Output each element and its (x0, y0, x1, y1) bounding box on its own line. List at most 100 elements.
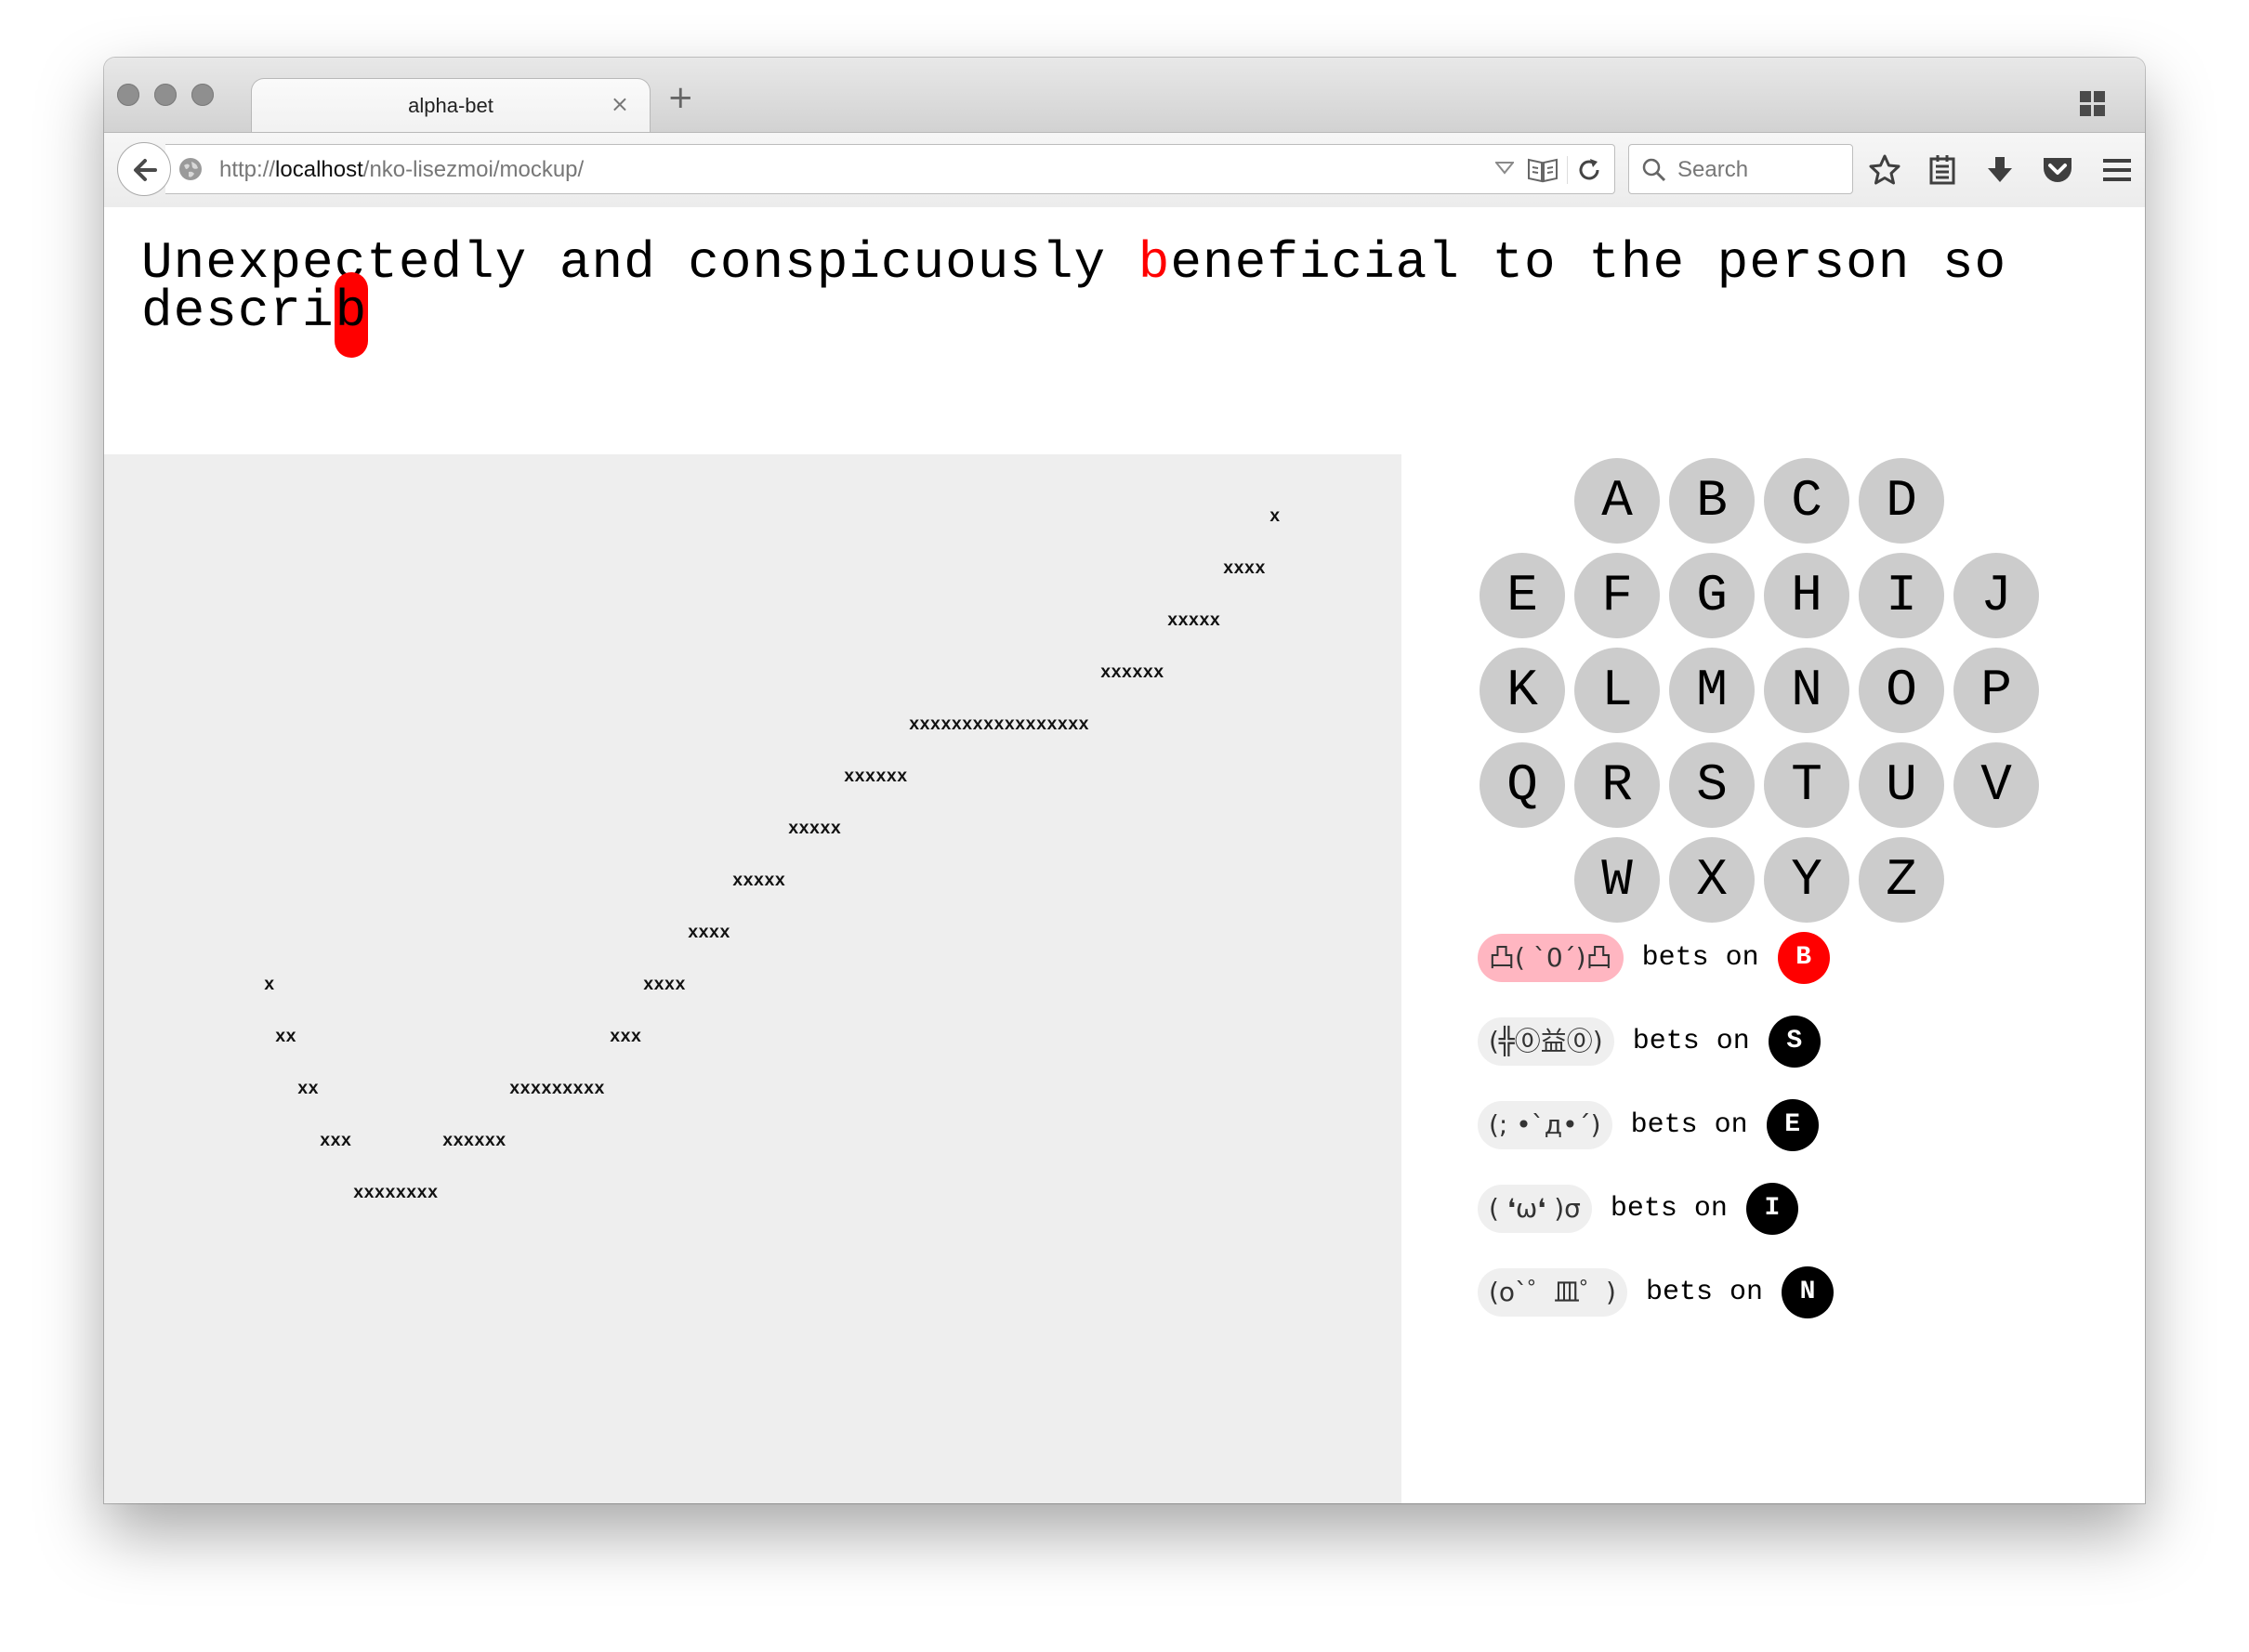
player-face: ( ❛ω❛ )σ (1478, 1185, 1592, 1233)
art-line: xxxx (688, 923, 730, 943)
headline-highlight-letter: b (1138, 233, 1171, 293)
headline: Unexpectedly and conspicuously beneficia… (141, 237, 2102, 358)
art-line: xxxxx (732, 871, 786, 891)
letter-button-g[interactable]: G (1669, 553, 1755, 638)
tab-title: alpha-bet (408, 94, 493, 117)
letter-button-z[interactable]: Z (1859, 837, 1944, 923)
letter-button-h[interactable]: H (1764, 553, 1849, 638)
letter-button-o[interactable]: O (1859, 648, 1944, 733)
url-bar[interactable]: http://localhost/nko-lisezmoi/mockup/ (165, 144, 1615, 194)
page-content: Unexpectedly and conspicuously beneficia… (104, 207, 2145, 1503)
url-prefix: http:// (219, 157, 276, 182)
letter-button-y[interactable]: Y (1764, 837, 1849, 923)
bet-letter-badge: B (1777, 932, 1830, 984)
minimize-window-button[interactable] (154, 84, 177, 106)
letter-button-d[interactable]: D (1859, 458, 1944, 544)
letter-button-q[interactable]: Q (1480, 742, 1565, 828)
back-arrow-icon (134, 159, 157, 181)
letter-button-t[interactable]: T (1764, 742, 1849, 828)
letter-button-c[interactable]: C (1764, 458, 1849, 544)
letter-picker: A B C D E F G H I J K L M N O P Q R S T … (1480, 458, 2084, 941)
bookmarks-list-icon[interactable] (1926, 153, 1959, 187)
navigation-bar: http://localhost/nko-lisezmoi/mockup/ Se… (104, 132, 2145, 208)
bet-row: (; •`д•´) bets on E (1478, 1099, 1819, 1155)
art-line: xxxxxx (1100, 662, 1164, 683)
bets-on-label: bets on (1610, 1193, 1728, 1225)
player-face: (o`゜皿゜) (1478, 1268, 1627, 1317)
art-line: xxxxxxxxx (509, 1079, 605, 1099)
art-line: xxx (320, 1131, 352, 1151)
letter-button-k[interactable]: K (1480, 648, 1565, 733)
letter-button-u[interactable]: U (1859, 742, 1944, 828)
player-face: (╬⓪益⓪) (1478, 1017, 1614, 1066)
close-window-button[interactable] (117, 84, 139, 106)
tab-strip: alpha-bet × + (104, 58, 2145, 135)
art-line: x (1269, 506, 1281, 527)
bet-letter-badge: I (1745, 1183, 1798, 1235)
letter-button-j[interactable]: J (1953, 553, 2039, 638)
letter-button-v[interactable]: V (1953, 742, 2039, 828)
bet-row: (o`゜皿゜) bets on N (1478, 1266, 1835, 1322)
new-tab-button[interactable]: + (667, 82, 694, 113)
bet-row: ( ❛ω❛ )σ bets on I (1478, 1183, 1798, 1239)
reload-icon (1579, 159, 1599, 180)
search-icon (1642, 158, 1666, 182)
chevron-down-icon[interactable] (1495, 162, 1514, 175)
bookmark-star-icon[interactable] (1868, 153, 1901, 187)
tab-groups-icon[interactable] (2080, 91, 2108, 119)
bet-letter-badge: S (1768, 1016, 1821, 1068)
letter-button-f[interactable]: F (1574, 553, 1660, 638)
letter-button-e[interactable]: E (1480, 553, 1565, 638)
art-line: xxxx (1223, 558, 1266, 579)
letter-button-a[interactable]: A (1574, 458, 1660, 544)
reload-button[interactable] (1567, 156, 1607, 184)
letter-button-s[interactable]: S (1669, 742, 1755, 828)
search-placeholder: Search (1677, 157, 1749, 182)
letter-button-w[interactable]: W (1574, 837, 1660, 923)
letter-button-l[interactable]: L (1574, 648, 1660, 733)
typing-cursor-letter: b (334, 272, 369, 358)
globe-icon (179, 158, 202, 180)
art-line: xx (275, 1027, 296, 1047)
bets-on-label: bets on (1632, 1026, 1750, 1057)
tab-close-icon[interactable]: × (611, 91, 629, 117)
reader-view-icon[interactable] (1527, 156, 1559, 184)
pocket-icon[interactable] (2041, 153, 2074, 187)
art-line: xxxxx (788, 819, 842, 839)
art-line: xxxxxxxx (353, 1183, 439, 1203)
tab-alpha-bet[interactable]: alpha-bet × (251, 78, 651, 135)
zoom-window-button[interactable] (191, 84, 214, 106)
art-line: xxxxxx (844, 767, 908, 787)
art-line: xxxx (643, 975, 686, 995)
browser-window: alpha-bet × + http://localhost/nko-lisez… (104, 58, 2145, 1503)
bets-on-label: bets on (1630, 1109, 1748, 1141)
art-line: xx (297, 1079, 319, 1099)
art-line: xxxxxx (442, 1131, 506, 1151)
letter-button-m[interactable]: M (1669, 648, 1755, 733)
art-line: xxxxx (1167, 610, 1221, 631)
bet-letter-badge: E (1766, 1099, 1819, 1151)
search-box[interactable]: Search (1628, 144, 1853, 194)
art-line: xxxxxxxxxxxxxxxxx (909, 715, 1089, 735)
art-line: xxx (610, 1027, 642, 1047)
download-icon[interactable] (1983, 153, 2017, 187)
letter-button-i[interactable]: I (1859, 553, 1944, 638)
url-text[interactable]: http://localhost/nko-lisezmoi/mockup/ (219, 157, 584, 183)
url-path: /nko-lisezmoi/mockup/ (362, 157, 585, 182)
player-face: 凸( `0´)凸 (1478, 934, 1624, 982)
letter-button-r[interactable]: R (1574, 742, 1660, 828)
letter-button-x[interactable]: X (1669, 837, 1755, 923)
letter-button-p[interactable]: P (1953, 648, 2039, 733)
ascii-art-panel: x xxxx xxxxx xxxxxx xxxxxxxxxxxxxxxxx xx… (104, 454, 1401, 1503)
art-line: x (264, 975, 275, 995)
hamburger-menu-icon[interactable] (2100, 153, 2134, 187)
letter-button-b[interactable]: B (1669, 458, 1755, 544)
bet-row: (╬⓪益⓪) bets on S (1478, 1016, 1821, 1071)
bet-row: 凸( `0´)凸 bets on B (1478, 932, 1830, 988)
bets-on-label: bets on (1645, 1277, 1764, 1308)
player-face: (; •`д•´) (1478, 1101, 1612, 1149)
bet-letter-badge: N (1782, 1266, 1835, 1318)
back-button[interactable] (117, 142, 171, 196)
letter-button-n[interactable]: N (1764, 648, 1849, 733)
bets-on-label: bets on (1641, 942, 1759, 974)
